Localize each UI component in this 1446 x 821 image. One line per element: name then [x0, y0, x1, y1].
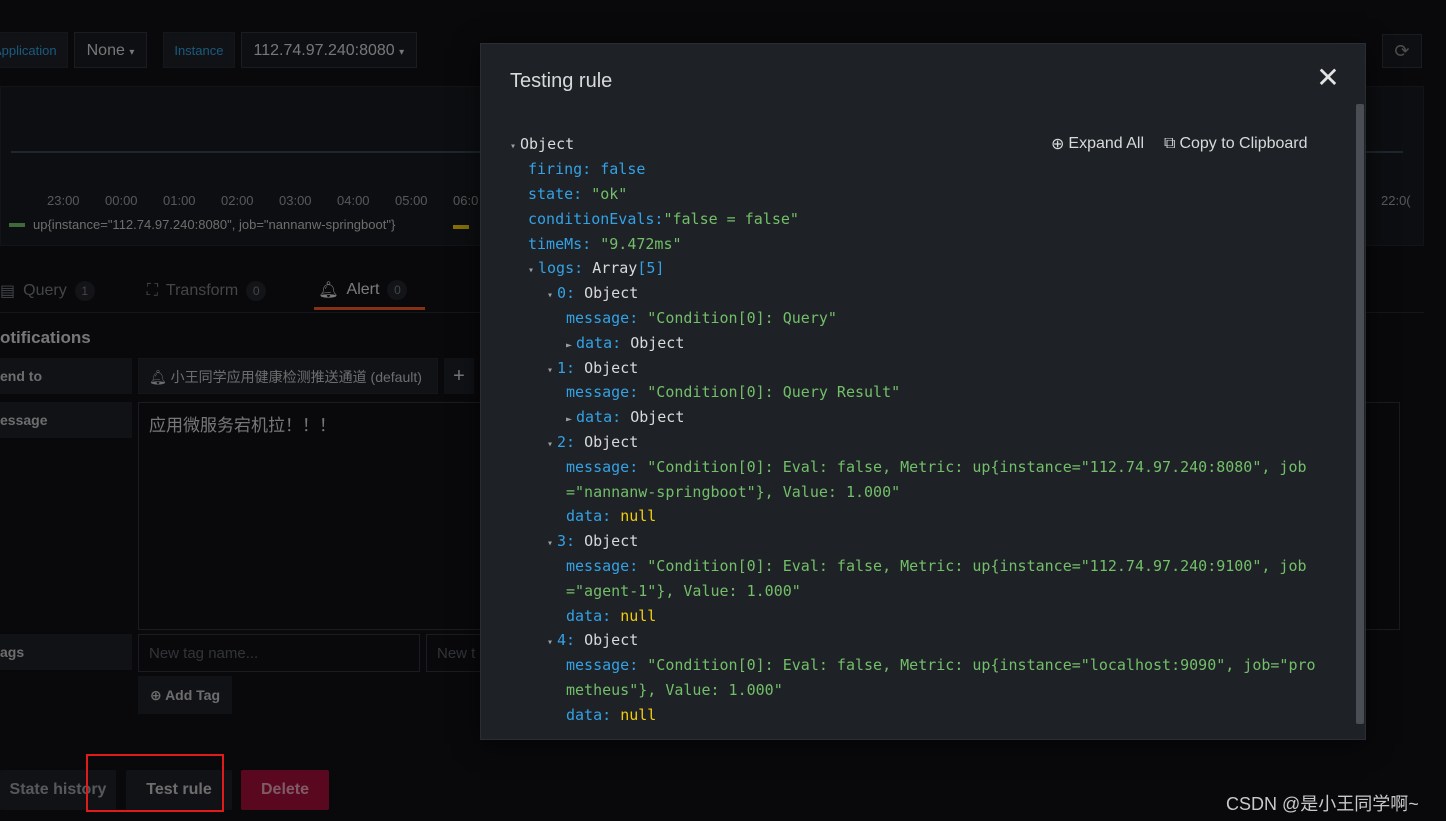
- json-index: 2:: [557, 433, 576, 451]
- json-row-message-cont: ="nannanw-springboot"}, Value: 1.000": [566, 480, 900, 504]
- json-value: "Condition[0]: Query": [647, 309, 837, 327]
- json-key: data:: [566, 507, 612, 525]
- json-row-data: data: null: [566, 504, 656, 528]
- json-type: Object: [584, 284, 639, 302]
- expand-arrow-icon: ▾: [547, 538, 554, 549]
- json-key: timeMs:: [528, 235, 592, 253]
- json-value: null: [620, 706, 657, 724]
- json-key: message:: [566, 656, 639, 674]
- json-row-time-ms: timeMs: "9.472ms": [528, 232, 682, 256]
- json-index: 0:: [557, 284, 576, 302]
- json-row-data[interactable]: ► data: Object: [566, 331, 684, 355]
- json-type: Object: [584, 433, 639, 451]
- json-key: logs:: [538, 259, 584, 277]
- json-value: false: [600, 160, 646, 178]
- json-key: message:: [566, 309, 639, 327]
- json-key: data:: [566, 607, 612, 625]
- copy-to-clipboard-label: Copy to Clipboard: [1179, 135, 1308, 152]
- json-log-item[interactable]: ▾ 1: Object: [547, 356, 638, 380]
- json-row-message: message: "Condition[0]: Query Result": [566, 380, 900, 404]
- json-value: null: [620, 607, 657, 625]
- json-index: 3:: [557, 532, 576, 550]
- json-value: "Condition[0]: Eval: false, Metric: up{i…: [647, 656, 1316, 674]
- json-value: ="agent-1"}, Value: 1.000": [566, 582, 801, 600]
- close-icon[interactable]: ✕: [1315, 64, 1341, 92]
- collapse-arrow-icon: ►: [566, 340, 573, 351]
- json-key: data:: [576, 408, 622, 426]
- json-index: 4:: [557, 631, 576, 649]
- json-value: "Condition[0]: Eval: false, Metric: up{i…: [647, 458, 1307, 476]
- json-key: data:: [566, 706, 612, 724]
- copy-to-clipboard-button[interactable]: ⧉ Copy to Clipboard: [1164, 134, 1308, 154]
- json-log-item[interactable]: ▾ 4: Object: [547, 628, 638, 652]
- json-value: "ok": [591, 185, 628, 203]
- expand-arrow-icon: ▾: [528, 265, 535, 276]
- testing-rule-modal: Testing rule ✕ ⊕ Expand All ⧉ Copy to Cl…: [480, 43, 1366, 740]
- modal-actions: ⊕ Expand All ⧉ Copy to Clipboard: [1051, 134, 1308, 154]
- json-row-message: message: "Condition[0]: Eval: false, Met…: [566, 455, 1307, 479]
- json-row-message: message: "Condition[0]: Query": [566, 306, 837, 330]
- modal-scrollbar[interactable]: [1356, 104, 1364, 724]
- json-row-data[interactable]: ► data: Object: [566, 405, 684, 429]
- json-key: firing:: [528, 160, 592, 178]
- json-key: state:: [528, 185, 583, 203]
- json-root[interactable]: ▾ Object: [510, 132, 574, 156]
- json-key: message:: [566, 557, 639, 575]
- json-value: "9.472ms": [600, 235, 682, 253]
- json-type: Object: [584, 359, 639, 377]
- json-log-item[interactable]: ▾ 3: Object: [547, 529, 638, 553]
- json-row-condition-evals: conditionEvals:"false = false": [528, 207, 799, 231]
- json-index: 1:: [557, 359, 576, 377]
- modal-title: Testing rule: [510, 70, 613, 92]
- json-value: null: [620, 507, 657, 525]
- expand-arrow-icon: ▾: [547, 439, 554, 450]
- json-type: Object: [584, 631, 639, 649]
- expand-all-button[interactable]: ⊕ Expand All: [1051, 134, 1144, 154]
- json-value: "Condition[0]: Eval: false, Metric: up{i…: [647, 557, 1307, 575]
- json-key: data:: [576, 334, 622, 352]
- json-log-item[interactable]: ▾ 2: Object: [547, 430, 638, 454]
- json-value: "Condition[0]: Query Result": [647, 383, 901, 401]
- json-log-item[interactable]: ▾ 0: Object: [547, 281, 638, 305]
- json-type: Object: [584, 532, 639, 550]
- expand-all-label: Expand All: [1068, 135, 1145, 152]
- expand-arrow-icon: ▾: [547, 365, 554, 376]
- json-key: conditionEvals:: [528, 210, 664, 228]
- json-key: message:: [566, 383, 639, 401]
- scrollbar-thumb[interactable]: [1356, 104, 1364, 724]
- json-row-message: message: "Condition[0]: Eval: false, Met…: [566, 653, 1316, 677]
- json-value: metheus"}, Value: 1.000": [566, 681, 783, 699]
- json-row-message-cont: ="agent-1"}, Value: 1.000": [566, 579, 801, 603]
- copy-icon: ⧉: [1164, 135, 1176, 152]
- json-type: Object: [630, 408, 685, 426]
- watermark: CSDN @是小王同学啊~: [1226, 794, 1419, 814]
- expand-arrow-icon: ▾: [510, 141, 517, 152]
- json-count: [5]: [637, 259, 665, 277]
- json-row-data: data: null: [566, 604, 656, 628]
- collapse-arrow-icon: ►: [566, 414, 573, 425]
- json-row-message: message: "Condition[0]: Eval: false, Met…: [566, 554, 1307, 578]
- json-type: Object: [520, 135, 575, 153]
- json-type: Array: [592, 259, 638, 277]
- expand-arrow-icon: ▾: [547, 290, 554, 301]
- json-type: Object: [630, 334, 685, 352]
- json-row-message-cont: metheus"}, Value: 1.000": [566, 678, 783, 702]
- json-key: message:: [566, 458, 639, 476]
- json-row-data: data: null: [566, 703, 656, 727]
- json-value: ="nannanw-springboot"}, Value: 1.000": [566, 483, 901, 501]
- json-row-firing: firing: false: [528, 157, 645, 181]
- expand-arrow-icon: ▾: [547, 637, 554, 648]
- json-row-state: state: "ok": [528, 182, 627, 206]
- plus-circle-icon: ⊕: [1051, 136, 1065, 153]
- json-value: "false = false": [663, 210, 799, 228]
- json-row-logs[interactable]: ▾ logs: Array[5]: [528, 256, 664, 280]
